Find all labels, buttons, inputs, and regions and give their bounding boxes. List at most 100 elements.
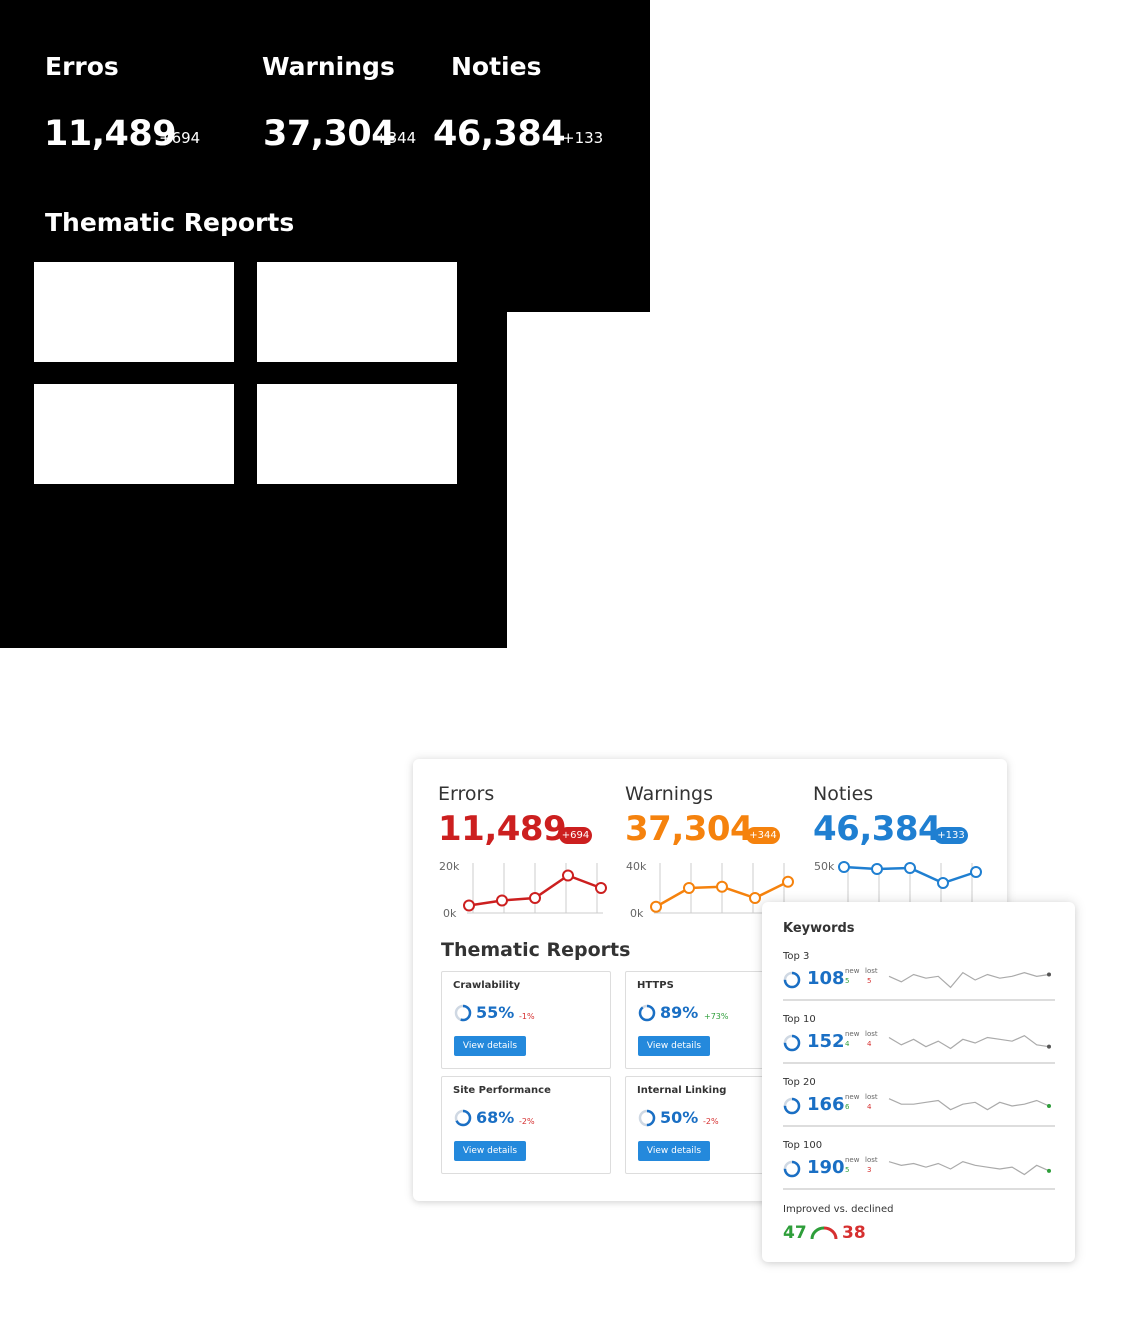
progress-ring-icon [454, 1109, 472, 1127]
errors-label: Errors [438, 783, 495, 805]
report-percent: 68% [476, 1108, 515, 1127]
errors-value: 11,489 [438, 809, 567, 849]
warnings-label: Warnings [625, 783, 714, 805]
progress-ring-icon [638, 1109, 656, 1127]
data-point [970, 866, 982, 878]
divider [783, 1188, 1055, 1190]
keyword-sparkline [888, 1034, 1051, 1050]
y-axis-max-label: 40k [626, 860, 647, 873]
report-delta: -1% [519, 1012, 535, 1021]
ring-fill [638, 1004, 656, 1022]
dark-notices-value: 46,384 [433, 114, 566, 154]
progress-ring-icon [783, 1160, 801, 1178]
view-details-button[interactable]: View details [638, 1141, 710, 1161]
declined-count: 38 [842, 1223, 866, 1243]
new-count: 5 [845, 977, 850, 985]
report-card-site-performance: Site Performance 68% -2% View details [441, 1076, 611, 1174]
keyword-row-label: Top 20 [783, 1077, 816, 1088]
data-point [496, 894, 508, 907]
sparkline-path [888, 971, 1050, 989]
warnings-value: 37,304 [625, 809, 754, 849]
dark-section-title: Thematic Reports [45, 208, 295, 237]
dark-errors-value: 11,489 [44, 114, 177, 154]
lost-label: lost [865, 1156, 878, 1164]
keyword-count: 108 [807, 968, 845, 989]
sparkline-path [888, 1161, 1050, 1176]
data-point [749, 892, 761, 904]
view-details-button[interactable]: View details [454, 1036, 526, 1056]
sparkline-endpoint [1047, 1044, 1051, 1049]
keyword-sparkline [888, 1161, 1051, 1176]
report-delta: -2% [703, 1117, 719, 1126]
new-label: new [845, 1093, 860, 1101]
divider [783, 1062, 1055, 1064]
new-count: 6 [845, 1103, 850, 1111]
lost-label: lost [865, 967, 878, 975]
data-point [529, 892, 541, 904]
keyword-row-label: Top 100 [783, 1140, 823, 1151]
report-percent: 89% [660, 1003, 699, 1022]
report-title: Crawlability [453, 980, 521, 991]
keyword-row-top-3: Top 3 108 new lost 5 5 [783, 951, 1055, 1014]
errors-trend-chart: 20k 0k [439, 860, 607, 920]
dark-warnings-delta: +344 [375, 129, 417, 147]
sparkline-path [888, 1098, 1050, 1111]
data-point [904, 862, 916, 874]
y-axis-max-label: 50k [814, 860, 835, 873]
lost-label: lost [865, 1093, 878, 1101]
progress-ring-icon [638, 1004, 656, 1022]
report-delta: +73% [704, 1012, 729, 1021]
dark-report-placeholder [257, 384, 457, 484]
data-point [683, 882, 695, 894]
dark-errors-delta: +694 [159, 129, 201, 147]
lost-count: 4 [867, 1103, 872, 1111]
data-point [937, 877, 949, 889]
report-title: Site Performance [453, 1085, 551, 1096]
notices-label: Noties [813, 783, 874, 805]
sparkline-endpoint [1047, 1104, 1051, 1108]
progress-ring-icon [783, 971, 801, 989]
keywords-title: Keywords [783, 921, 855, 936]
new-label: new [845, 1030, 860, 1038]
report-percent: 50% [660, 1108, 699, 1127]
divider [783, 1125, 1055, 1127]
new-count: 5 [845, 1166, 850, 1174]
keyword-sparkline [888, 1098, 1051, 1111]
notices-badge: +133 [934, 827, 968, 844]
keywords-card: Keywords Top 3 108 new lost 5 5 Top 10 1… [762, 902, 1075, 1262]
report-card-crawlability: Crawlability 55% -1% View details [441, 971, 611, 1069]
keyword-row-top-10: Top 10 152 new lost 4 4 [783, 1014, 1055, 1077]
report-delta: -2% [519, 1117, 535, 1126]
errors-badge: +694 [559, 827, 592, 844]
report-percent: 55% [476, 1003, 515, 1022]
view-details-button[interactable]: View details [638, 1036, 710, 1056]
lost-count: 3 [867, 1166, 872, 1174]
data-point [650, 900, 662, 913]
new-label: new [845, 967, 860, 975]
lost-count: 5 [867, 977, 872, 985]
dark-warnings-label: Warnings [262, 52, 395, 81]
data-point [716, 880, 728, 893]
lost-label: lost [865, 1030, 878, 1038]
dark-notices-delta: +133 [562, 129, 604, 147]
view-details-button[interactable]: View details [454, 1141, 526, 1161]
data-point [871, 863, 883, 875]
improved-vs-declined-label: Improved vs. declined [783, 1204, 894, 1215]
new-count: 4 [845, 1040, 850, 1048]
progress-ring-icon [454, 1004, 472, 1022]
progress-ring-icon [783, 1034, 801, 1052]
keyword-row-top-20: Top 20 166 new lost 6 4 [783, 1077, 1055, 1140]
y-axis-min-label: 0k [443, 907, 457, 920]
keyword-count: 166 [807, 1094, 845, 1115]
divider [783, 999, 1055, 1001]
new-label: new [845, 1156, 860, 1164]
y-axis-max-label: 20k [439, 860, 460, 873]
data-point [838, 861, 850, 873]
warnings-badge: +344 [746, 827, 780, 844]
keyword-count: 190 [807, 1157, 845, 1178]
data-point [782, 875, 794, 888]
data-point [595, 882, 607, 894]
keyword-row-top-100: Top 100 190 new lost 5 3 [783, 1140, 1055, 1203]
keyword-row-label: Top 3 [783, 951, 810, 962]
sparkline-endpoint [1047, 1168, 1051, 1173]
